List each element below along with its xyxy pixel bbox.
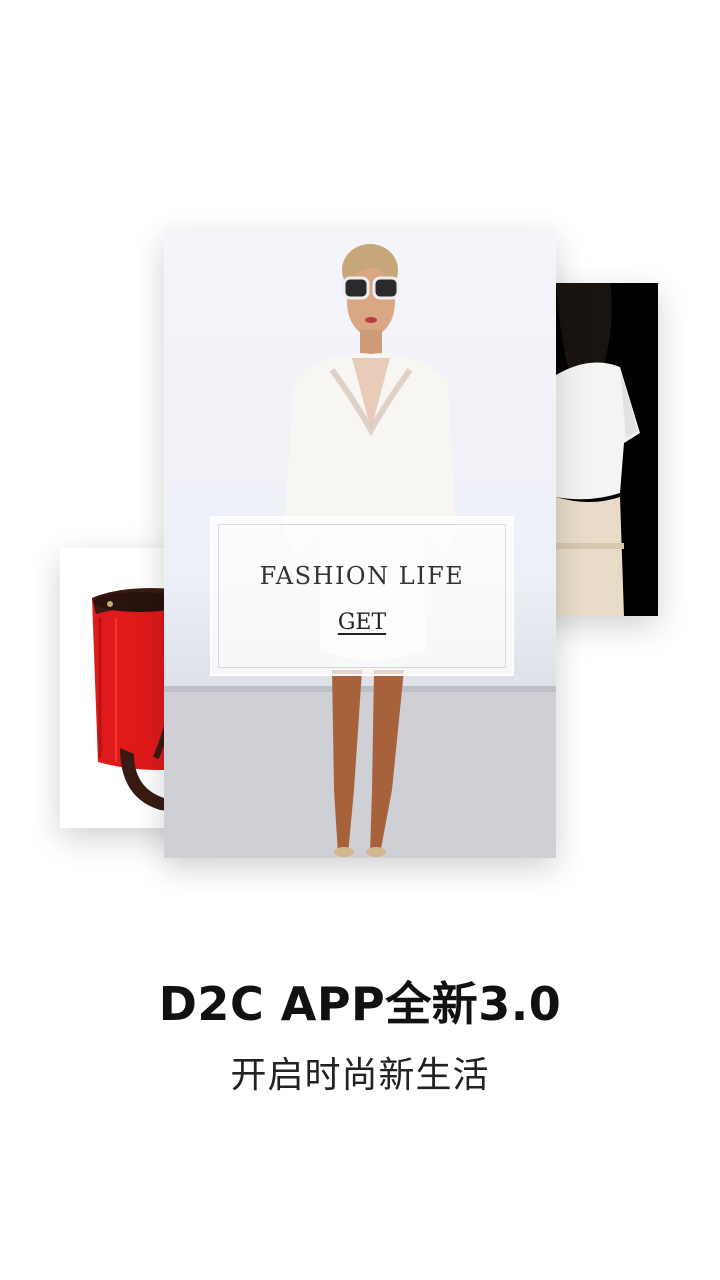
subline: 开启时尚新生活 — [230, 1055, 490, 1096]
featured-look-card[interactable]: FASHION LIFE GET — [164, 230, 556, 858]
fashion-life-overlay: FASHION LIFE GET — [210, 516, 514, 676]
overlay-title: FASHION LIFE — [259, 562, 465, 590]
overlay-inner-border — [218, 524, 506, 668]
headline: D2C APP全新3.0 — [158, 977, 562, 1031]
splash-screen: FASHION LIFE GET D2C APP全新3.0 开启时尚新生活 — [0, 0, 720, 1280]
get-link[interactable]: GET — [212, 610, 512, 635]
